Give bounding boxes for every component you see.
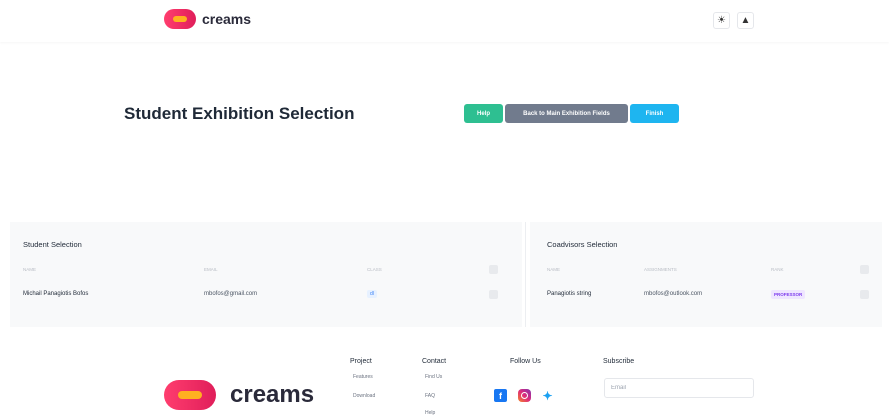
footer-follow-title: Follow Us xyxy=(510,358,541,365)
column-header-rank: RANK xyxy=(771,267,784,272)
footer-logo[interactable]: creams xyxy=(164,380,314,410)
footer-project-title: Project xyxy=(350,358,372,365)
column-header-name: NAME xyxy=(23,267,37,272)
footer-link-features[interactable]: Features xyxy=(353,374,373,380)
footer-subscribe-title: Subscribe xyxy=(603,358,635,365)
facebook-icon[interactable]: f xyxy=(494,389,507,402)
back-to-main-fields-button[interactable]: Back to Main Exhibition Fields xyxy=(505,104,628,123)
select-all-checkbox[interactable] xyxy=(860,265,869,274)
select-all-checkbox[interactable] xyxy=(489,265,498,274)
creams-logo-icon xyxy=(164,380,216,410)
footer-link-download[interactable]: Download xyxy=(353,393,375,399)
footer-brand-name: creams xyxy=(230,381,315,408)
coadvisor-assignments: mbofos@outlook.com xyxy=(644,291,703,297)
student-email: mbofos@gmail.com xyxy=(204,291,258,297)
class-badge: dl xyxy=(367,290,377,298)
student-selection-panel: Student Selection NAME EMAIL CLASS Micha… xyxy=(10,222,522,327)
coadvisor-name: Panagiotis string xyxy=(547,291,592,297)
row-checkbox[interactable] xyxy=(860,290,869,299)
finish-button[interactable]: Finish xyxy=(630,104,679,123)
footer-contact-title: Contact xyxy=(422,358,447,365)
sun-icon: ☀ xyxy=(717,15,726,26)
twitter-icon[interactable]: ✦ xyxy=(541,389,554,403)
panel-divider xyxy=(525,222,526,327)
brand-name: creams xyxy=(202,11,252,27)
footer-link-faq[interactable]: FAQ xyxy=(425,393,435,399)
footer-link-find-us[interactable]: Find Us xyxy=(425,374,442,380)
user-icon: ▲ xyxy=(740,15,751,26)
student-name: Michail Panagiotis Bofos xyxy=(23,291,89,297)
column-header-class: CLASS xyxy=(367,267,382,272)
subscribe-email-input[interactable] xyxy=(604,378,754,398)
instagram-icon[interactable] xyxy=(518,389,531,402)
row-checkbox[interactable] xyxy=(489,290,498,299)
theme-toggle-button[interactable]: ☀ xyxy=(713,12,730,29)
column-header-email: EMAIL xyxy=(204,267,218,272)
top-navbar: creams ☀ ▲ xyxy=(0,0,889,42)
help-button[interactable]: Help xyxy=(464,104,503,123)
creams-logo-icon xyxy=(164,9,196,29)
panel-title: Student Selection xyxy=(23,240,82,249)
column-header-assignments: ASSIGNMENTS xyxy=(644,267,677,272)
coadvisors-selection-panel: Coadvisors Selection NAME ASSIGNMENTS RA… xyxy=(530,222,882,327)
column-header-name: NAME xyxy=(547,267,561,272)
user-menu-button[interactable]: ▲ xyxy=(737,12,754,29)
page-title: Student Exhibition Selection xyxy=(124,104,355,123)
panel-title: Coadvisors Selection xyxy=(547,240,618,249)
footer-link-help[interactable]: Help xyxy=(425,410,435,416)
brand-logo[interactable]: creams xyxy=(164,9,251,29)
rank-badge: PROFESSOR xyxy=(771,290,806,299)
